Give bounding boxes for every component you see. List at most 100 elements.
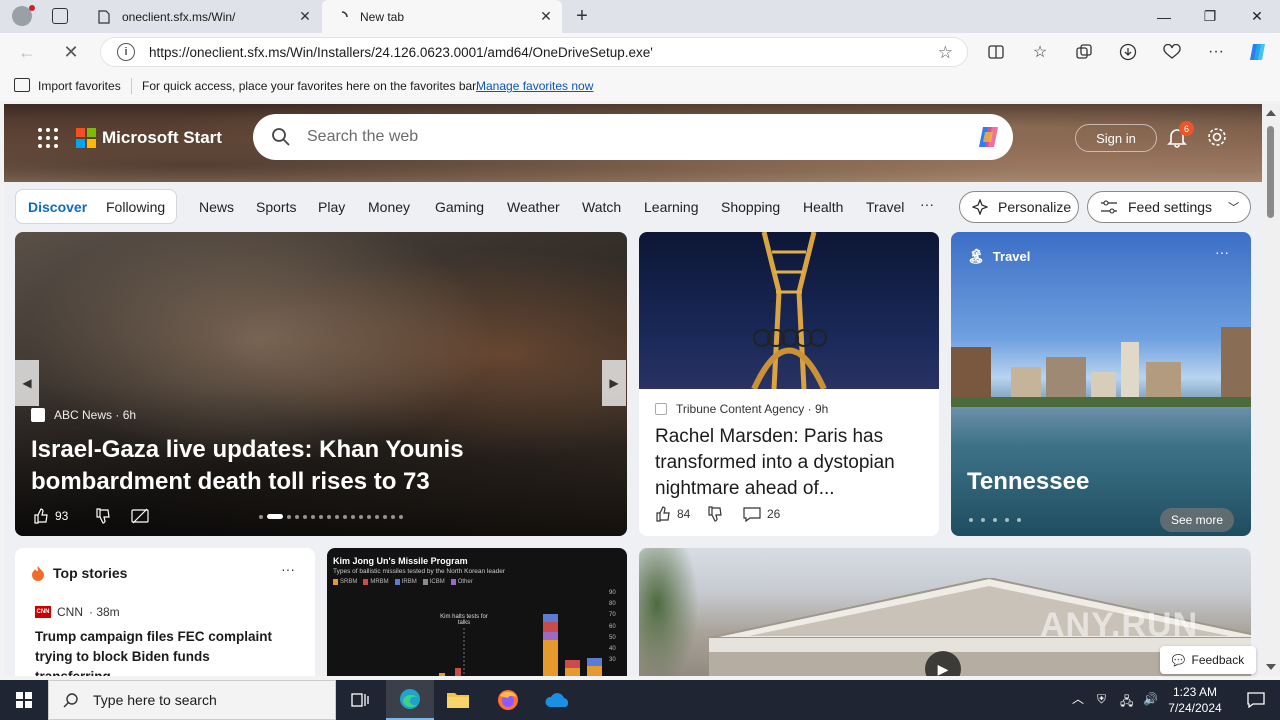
- headline[interactable]: Rachel Marsden: Paris has transformed in…: [655, 424, 930, 502]
- nav-play[interactable]: Play: [318, 199, 345, 215]
- system-clock[interactable]: 1:23 AM 7/24/2024: [1160, 684, 1230, 716]
- scroll-up-arrow[interactable]: [1266, 110, 1276, 116]
- comments-button[interactable]: 26: [743, 506, 780, 522]
- nav-health[interactable]: Health: [803, 199, 843, 215]
- nav-travel[interactable]: Travel: [866, 199, 904, 215]
- headline[interactable]: Trump campaign files FEC complaint tryin…: [35, 627, 300, 676]
- nav-watch[interactable]: Watch: [582, 199, 621, 215]
- collections-icon[interactable]: [1068, 37, 1100, 67]
- browser-essentials-icon[interactable]: [1156, 37, 1188, 67]
- network-icon[interactable]: 🖧: [1120, 692, 1133, 713]
- copilot-search-icon[interactable]: [975, 124, 1003, 150]
- page-scrollbar[interactable]: [1262, 104, 1280, 676]
- like-button[interactable]: 84: [655, 506, 690, 522]
- address-bar[interactable]: i https://oneclient.sfx.ms/Win/Installer…: [100, 37, 968, 67]
- security-icon[interactable]: ⛨: [1097, 692, 1106, 707]
- tab-discover[interactable]: Discover: [28, 199, 87, 215]
- file-explorer-icon[interactable]: [434, 680, 482, 720]
- tab-title: New tab: [360, 9, 405, 24]
- manage-favorites-link[interactable]: Manage favorites now: [476, 79, 593, 93]
- section-title: Top stories: [53, 565, 128, 581]
- firefox-icon[interactable]: [484, 680, 532, 720]
- close-tab-icon[interactable]: ✕: [538, 8, 554, 24]
- minimize-button[interactable]: —: [1141, 0, 1187, 33]
- back-button[interactable]: ←: [12, 37, 42, 67]
- import-favorites-button[interactable]: Import favorites: [38, 79, 121, 93]
- start-button[interactable]: [0, 680, 48, 720]
- nav-gaming[interactable]: Gaming: [435, 199, 484, 215]
- dislike-button[interactable]: [707, 506, 723, 522]
- legend-other: Other: [450, 579, 473, 585]
- previous-slide-button[interactable]: ◀: [15, 360, 39, 406]
- tab-new-tab[interactable]: New tab ✕: [322, 0, 562, 33]
- sign-in-button[interactable]: Sign in: [1075, 124, 1157, 152]
- new-tab-button[interactable]: +: [570, 4, 594, 28]
- dislike-button[interactable]: [95, 508, 111, 524]
- feedback-label: Feedback: [1191, 653, 1245, 667]
- stop-loading-button[interactable]: ✕: [56, 37, 86, 67]
- source-name: Tribune Content Agency: [676, 402, 805, 416]
- gear-icon[interactable]: [1206, 126, 1228, 148]
- taskbar-search-box[interactable]: Type here to search: [48, 680, 336, 720]
- destination-name[interactable]: Tennessee: [967, 468, 1089, 496]
- downloads-icon[interactable]: [1112, 37, 1144, 67]
- y-tick: 40: [609, 646, 616, 653]
- scroll-down-arrow[interactable]: [1266, 664, 1276, 670]
- nav-more-icon[interactable]: ···: [920, 196, 934, 212]
- settings-more-icon[interactable]: ···: [1200, 37, 1232, 67]
- show-hidden-icons-chevron[interactable]: ︿: [1072, 690, 1084, 707]
- feed-settings-button[interactable]: Feed settings ﹀: [1087, 191, 1251, 223]
- close-tab-icon[interactable]: ✕: [297, 8, 313, 24]
- see-more-button[interactable]: See more: [1160, 508, 1234, 532]
- trees-photo: [639, 548, 699, 676]
- more-options-icon[interactable]: ···: [281, 561, 295, 577]
- top-stories-card[interactable]: Top stories ··· CNN CNN · 38m Trump campa…: [15, 548, 315, 676]
- search-input[interactable]: Search the web: [307, 128, 418, 146]
- nav-learning[interactable]: Learning: [644, 199, 699, 215]
- onedrive-icon[interactable]: [534, 680, 582, 720]
- browser-tab-bar: oneclient.sfx.ms/Win/ ✕ New tab ✕ + — ❐ …: [0, 0, 1280, 33]
- edge-taskbar-icon[interactable]: [386, 680, 434, 720]
- brand-name[interactable]: Microsoft Start: [102, 128, 222, 148]
- restore-button[interactable]: ❐: [1187, 0, 1233, 33]
- thumbs-up-icon: [656, 506, 670, 522]
- missile-infographic-card[interactable]: Kim Jong Un's Missile Program Types of b…: [327, 548, 627, 676]
- more-options-icon[interactable]: ···: [1215, 244, 1229, 260]
- tab-oneclient[interactable]: oneclient.sfx.ms/Win/ ✕: [84, 0, 321, 33]
- thumbs-up-icon: [34, 508, 48, 524]
- web-search-box[interactable]: Search the web: [253, 114, 1013, 160]
- nav-money[interactable]: Money: [368, 199, 410, 215]
- close-window-button[interactable]: ✕: [1234, 0, 1280, 33]
- tab-actions-icon[interactable]: [52, 8, 68, 24]
- app-launcher-icon[interactable]: [38, 128, 58, 148]
- microsoft-logo[interactable]: [76, 128, 96, 148]
- paris-article-card[interactable]: Tribune Content Agency · 9h Rachel Marsd…: [639, 232, 939, 536]
- feedback-button[interactable]: 💬 Feedback: [1160, 646, 1256, 674]
- carousel-indicator: [259, 514, 403, 519]
- article-age: · 38m: [89, 605, 120, 619]
- favorite-star-icon[interactable]: ☆: [938, 43, 953, 63]
- taskbar-search-input[interactable]: Type here to search: [93, 692, 217, 708]
- nav-sports[interactable]: Sports: [256, 199, 296, 215]
- scroll-thumb[interactable]: [1267, 126, 1274, 218]
- split-screen-icon[interactable]: [980, 37, 1012, 67]
- task-view-icon[interactable]: [336, 680, 384, 720]
- nav-news[interactable]: News: [199, 199, 234, 215]
- site-info-icon[interactable]: i: [117, 43, 135, 61]
- next-slide-button[interactable]: ▶: [602, 360, 626, 406]
- notification-center-icon[interactable]: [1232, 680, 1280, 720]
- personalize-button[interactable]: Personalize: [959, 191, 1079, 223]
- travel-card[interactable]: 🏝 Travel ··· Tennessee See more: [951, 232, 1251, 536]
- tab-following[interactable]: Following: [106, 199, 165, 215]
- volume-icon[interactable]: 🔊: [1143, 692, 1158, 706]
- copilot-icon[interactable]: [1242, 37, 1274, 67]
- hero-news-card[interactable]: ◀ ▶ ABC News · 6h Israel-Gaza live updat…: [15, 232, 627, 536]
- nav-shopping[interactable]: Shopping: [721, 199, 780, 215]
- like-button[interactable]: 93: [33, 508, 68, 524]
- clock-time: 1:23 AM: [1172, 685, 1218, 699]
- nav-weather[interactable]: Weather: [507, 199, 560, 215]
- source-logo: [655, 403, 667, 415]
- hide-story-button[interactable]: [131, 508, 149, 524]
- headline[interactable]: Israel-Gaza live updates: Khan Younis bo…: [31, 434, 616, 498]
- favorites-icon[interactable]: ☆: [1024, 37, 1056, 67]
